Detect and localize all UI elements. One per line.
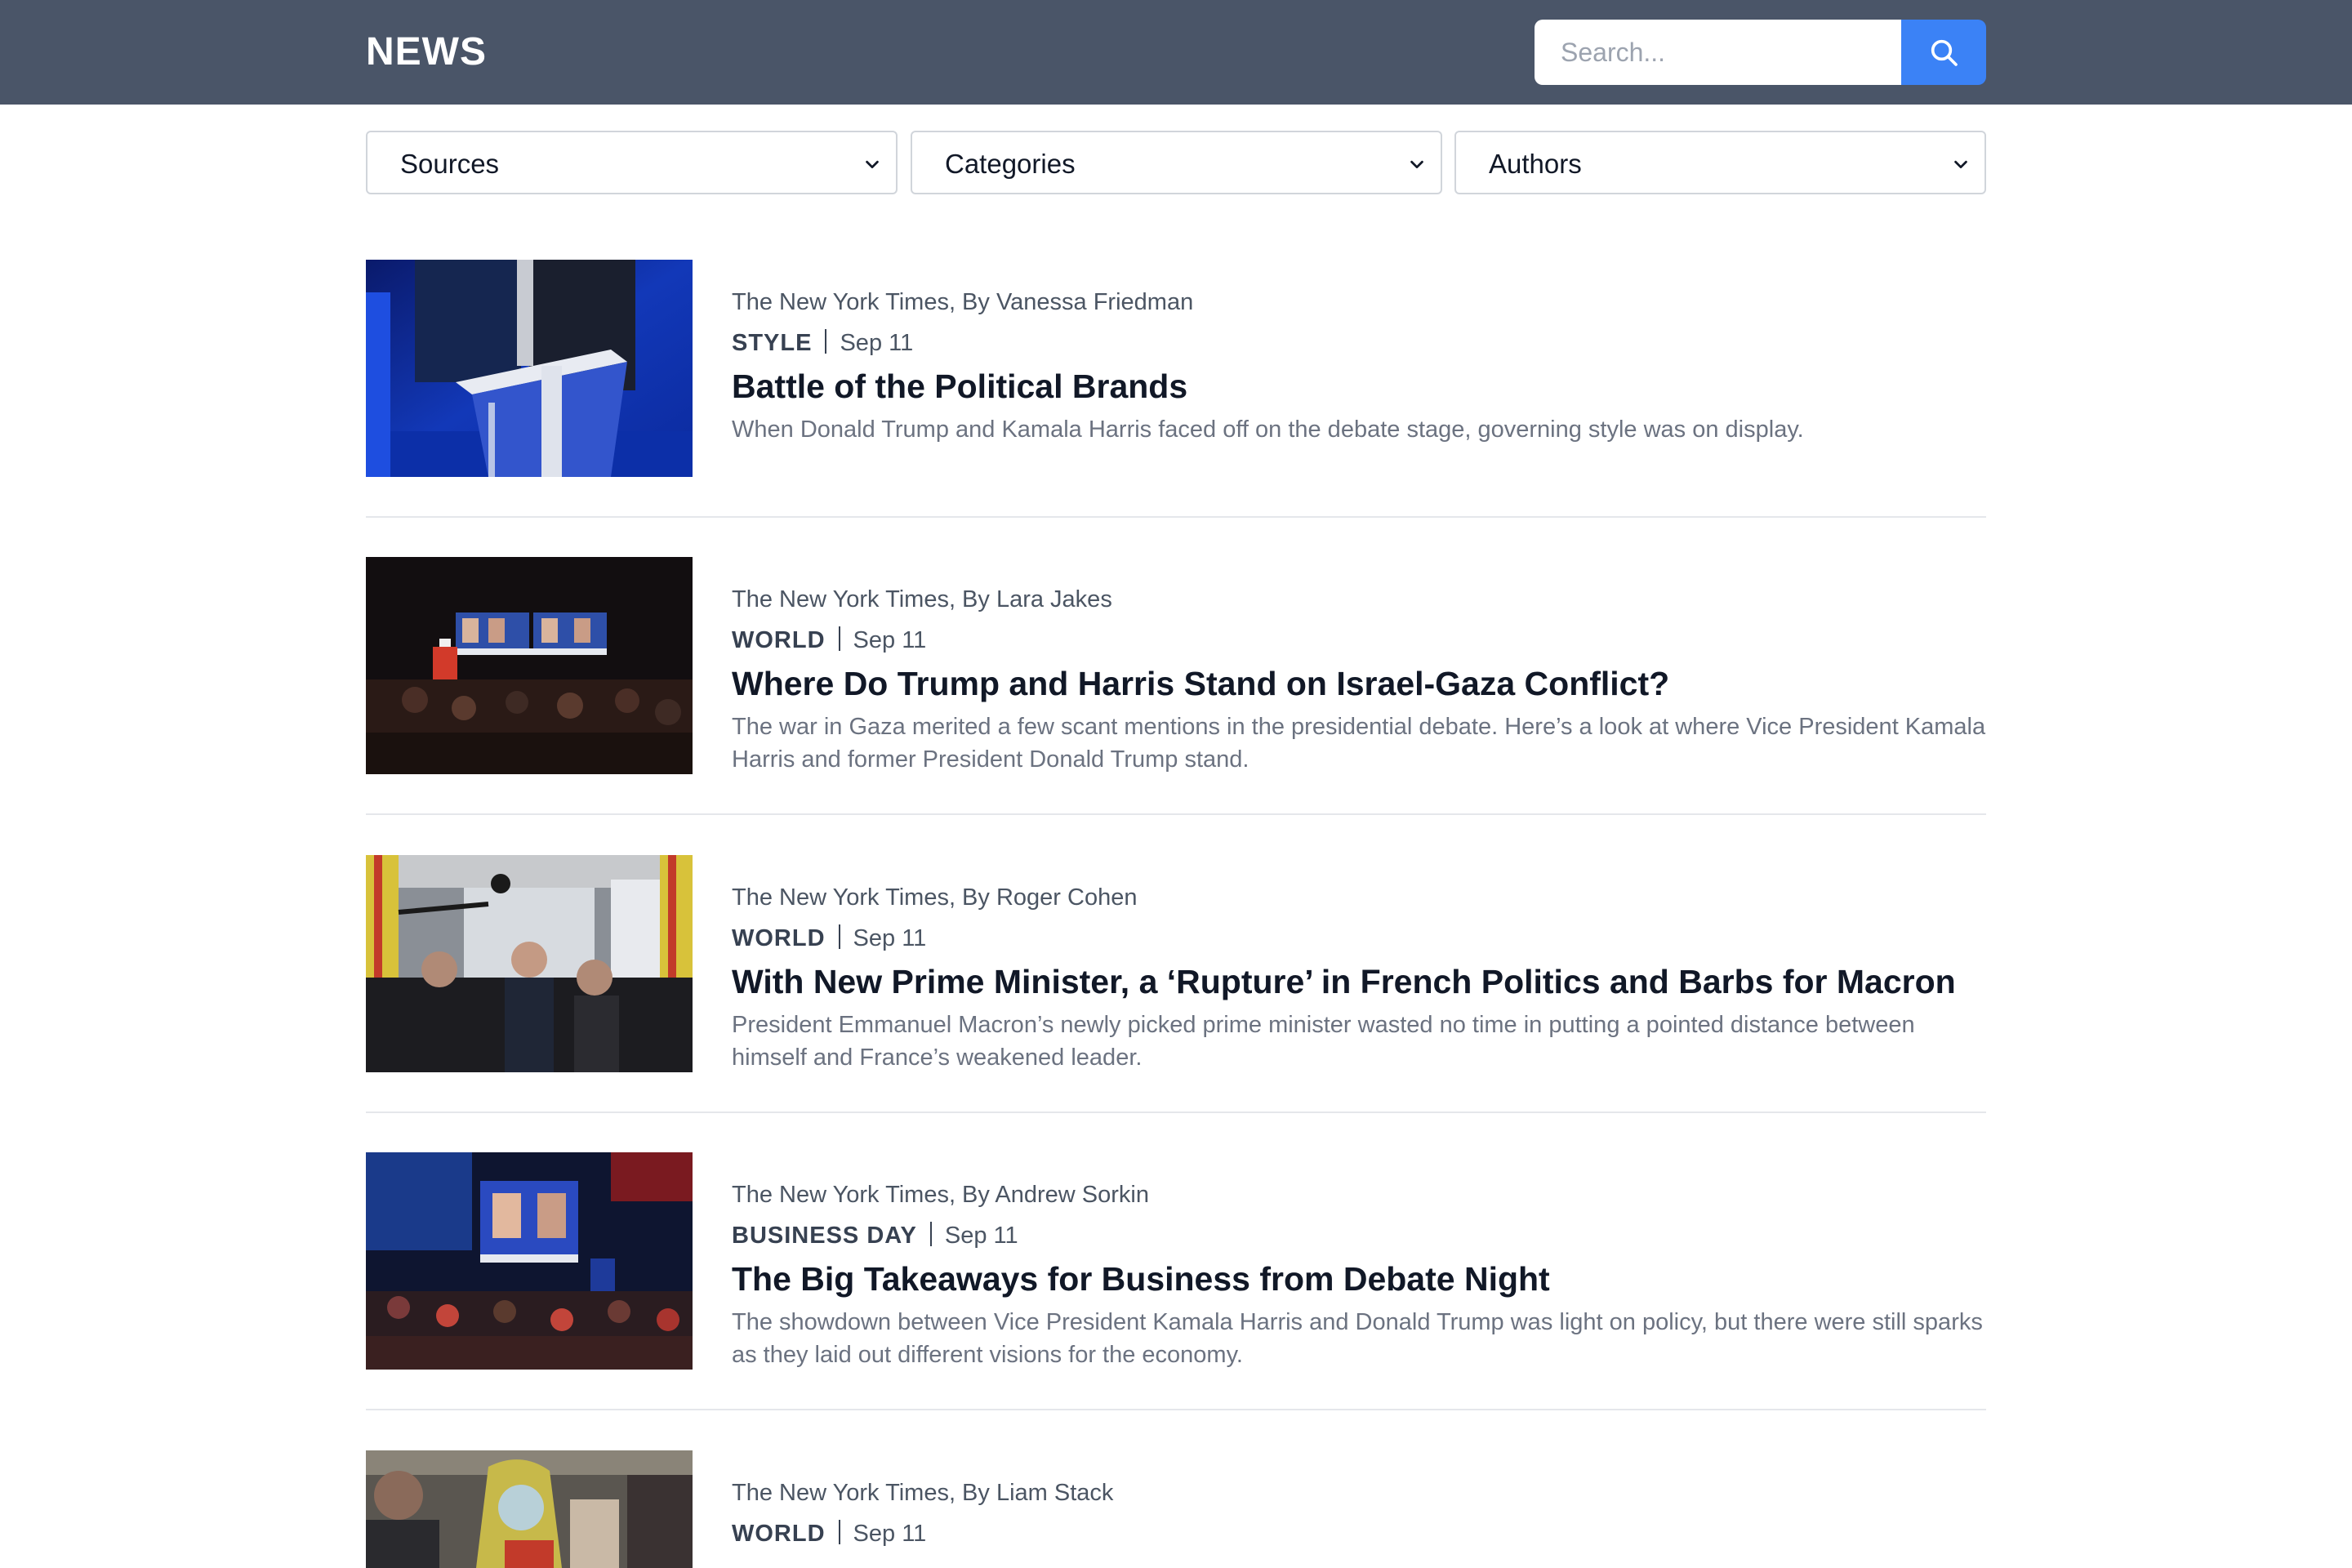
authors-select-label: Authors — [1489, 149, 1582, 179]
meta-separator — [929, 1222, 932, 1246]
article-thumbnail[interactable] — [366, 855, 693, 1072]
article-byline: The New York Times, By Vanessa Friedman — [732, 289, 1194, 315]
article-thumbnail[interactable] — [366, 260, 693, 477]
meta-separator — [838, 1520, 840, 1544]
article-date: Sep 11 — [853, 627, 927, 653]
site-logo-text[interactable]: NEWS — [366, 29, 487, 75]
article-byline: The New York Times, By Roger Cohen — [732, 884, 1138, 911]
categories-select-label: Categories — [945, 149, 1076, 179]
chevron-down-icon — [1954, 160, 1967, 169]
search-input[interactable] — [1535, 20, 1901, 85]
article-date: Sep 11 — [853, 925, 927, 951]
article-meta: WORLD Sep 11 — [732, 626, 926, 655]
article-card[interactable]: The New York Times, By Lara Jakes WORLD S… — [366, 557, 1986, 774]
article-card[interactable]: The New York Times, By Liam Stack WORLD S… — [366, 1450, 1986, 1568]
chevron-down-icon — [866, 160, 879, 169]
meta-separator — [825, 329, 827, 354]
article-byline: The New York Times, By Lara Jakes — [732, 586, 1112, 612]
article-date: Sep 11 — [944, 1223, 1018, 1249]
article-category[interactable]: WORLD — [732, 627, 826, 653]
article-description: President Emmanuel Macron’s newly picked… — [732, 1012, 1915, 1071]
search-button[interactable] — [1901, 20, 1986, 85]
search-bar — [1535, 20, 1986, 85]
article-meta: STYLE Sep 11 — [732, 328, 913, 358]
article-category[interactable]: WORLD — [732, 1521, 826, 1547]
article-thumbnail[interactable] — [366, 1450, 693, 1568]
article-category[interactable]: WORLD — [732, 925, 826, 951]
meta-separator — [838, 626, 840, 651]
categories-select[interactable]: Categories — [911, 131, 1442, 194]
article-description: The showdown between Vice President Kama… — [732, 1309, 1983, 1368]
article-card[interactable]: The New York Times, By Vanessa Friedman … — [366, 260, 1986, 477]
article-thumbnail[interactable] — [366, 1152, 693, 1370]
article-category[interactable]: BUSINESS DAY — [732, 1223, 917, 1249]
article-title[interactable]: Battle of the Political Brands — [732, 366, 1187, 407]
article-meta: WORLD Sep 11 — [732, 1519, 926, 1548]
article-meta: BUSINESS DAY Sep 11 — [732, 1221, 1018, 1250]
article-card[interactable]: The New York Times, By Roger Cohen WORLD… — [366, 855, 1986, 1072]
sources-select-label: Sources — [400, 149, 500, 179]
divider — [366, 516, 1986, 518]
article-date: Sep 11 — [840, 330, 914, 356]
authors-select[interactable]: Authors — [1454, 131, 1986, 194]
article-category[interactable]: STYLE — [732, 330, 812, 356]
article-card[interactable]: The New York Times, By Andrew Sorkin BUS… — [366, 1152, 1986, 1370]
meta-separator — [838, 924, 840, 949]
chevron-down-icon — [1410, 160, 1423, 169]
divider — [366, 1111, 1986, 1113]
article-description: The war in Gaza merited a few scant ment… — [732, 714, 1986, 773]
article-description: When Donald Trump and Kamala Harris face… — [732, 416, 1804, 443]
article-meta: WORLD Sep 11 — [732, 924, 926, 953]
article-title[interactable]: With New Prime Minister, a ‘Rupture’ in … — [732, 961, 1956, 1002]
article-byline: The New York Times, By Liam Stack — [732, 1480, 1114, 1506]
article-title[interactable]: Where Do Trump and Harris Stand on Israe… — [732, 663, 1669, 704]
article-thumbnail[interactable] — [366, 557, 693, 774]
filter-bar: Sources Categories Authors — [366, 131, 1986, 194]
article-title[interactable]: The Big Takeaways for Business from Deba… — [732, 1258, 1550, 1299]
top-header: NEWS — [0, 0, 2352, 105]
article-byline: The New York Times, By Andrew Sorkin — [732, 1182, 1149, 1208]
search-icon — [1931, 39, 1958, 66]
divider — [366, 813, 1986, 815]
article-date: Sep 11 — [853, 1521, 927, 1547]
sources-select[interactable]: Sources — [366, 131, 898, 194]
divider — [366, 1409, 1986, 1410]
